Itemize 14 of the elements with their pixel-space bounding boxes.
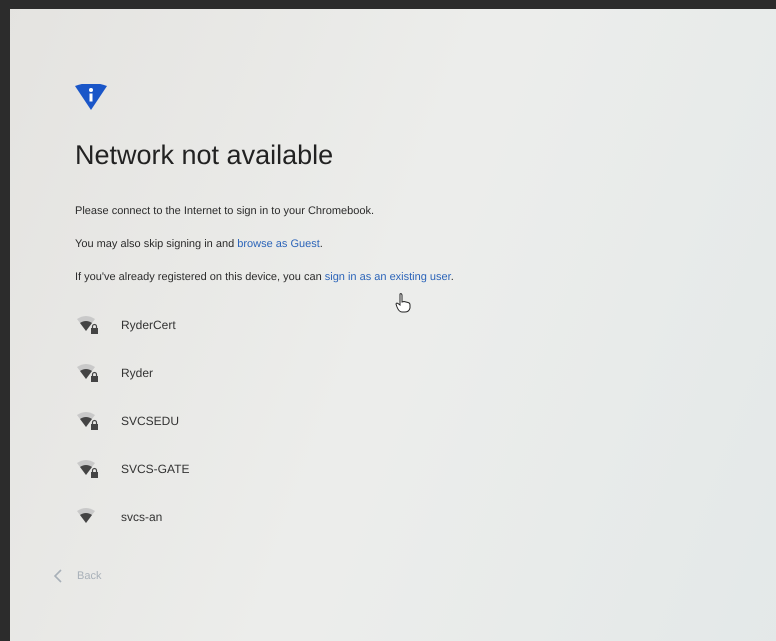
hand-cursor-icon	[395, 293, 411, 313]
link[interactable]: sign in as an existing user	[324, 271, 451, 283]
info-icon	[75, 84, 107, 110]
link[interactable]: browse as Guest	[237, 238, 320, 250]
network-name[interactable]: RyderCert	[121, 318, 176, 332]
message-text: If you've already registered on this device, you can sign in as an existing user.	[75, 271, 455, 283]
network-name[interactable]: Ryder	[121, 366, 154, 380]
network-name[interactable]: SVCSEDU	[121, 414, 180, 428]
message-text: Please connect to the Internet to sign in to your Chromebook.	[75, 205, 376, 217]
page-title: Network not available	[75, 140, 334, 171]
message-text: You may also skip signing in and browse as Guest.	[75, 238, 324, 250]
network-name[interactable]: SVCS-GATE	[121, 462, 190, 476]
chevron-left-icon	[53, 569, 63, 583]
network-name[interactable]: svcs-an	[121, 510, 162, 524]
